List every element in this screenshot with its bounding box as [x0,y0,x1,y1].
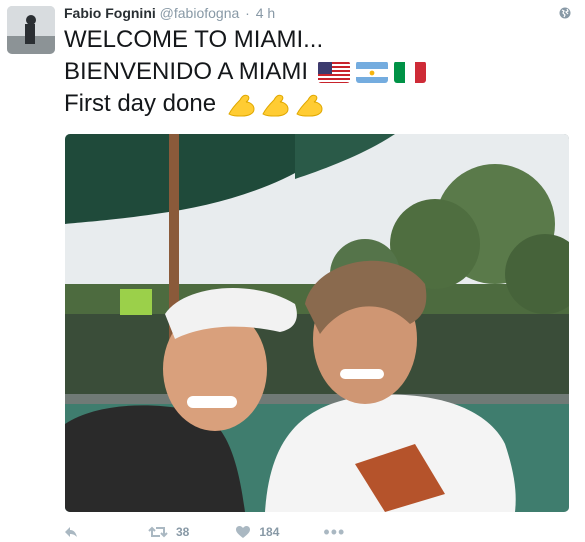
globe-icon[interactable] [559,7,571,19]
tweet-actions: 38 184 ••• [64,522,464,542]
selfie-photo [65,134,569,512]
retweet-button[interactable]: 38 [148,525,189,539]
author-avatar[interactable] [7,6,55,54]
like-count: 184 [259,525,280,539]
more-button[interactable]: ••• [323,522,346,542]
reply-button[interactable] [64,526,78,538]
italy-flag-icon [394,61,427,83]
author-handle[interactable]: @fabiofogna [160,5,240,21]
emoji-group [226,90,326,118]
retweet-icon [148,526,168,538]
us-flag-icon [318,61,351,83]
tweet-line-3-text: First day done [64,90,217,117]
reply-icon [65,527,77,537]
tweet-timestamp[interactable]: 4 h [256,5,275,21]
author-name[interactable]: Fabio Fognini [64,5,156,21]
flexed-biceps-icon [262,94,289,117]
tweet-line-2: BIENVENIDO A MIAMI [64,56,574,88]
more-icon: ••• [323,522,346,542]
header-separator: · [245,5,250,21]
heart-icon [236,526,251,538]
tweet-header: Fabio Fognini @fabiofogna · 4 h [64,4,275,22]
tweet-photo[interactable] [65,134,569,512]
tweet-text: WELCOME TO MIAMI... BIENVENIDO A MIAMI F… [64,24,574,120]
flexed-biceps-icon [228,94,255,117]
tweet-line-2-text: BIENVENIDO A MIAMI [64,58,309,85]
flag-emoji-group [318,61,427,83]
tweet-line-3: First day done [64,88,574,120]
retweet-count: 38 [176,525,190,539]
argentina-flag-icon [356,61,389,83]
tweet-line-1: WELCOME TO MIAMI... [64,24,574,56]
flexed-biceps-icon [296,94,323,117]
tweet-line-1-text: WELCOME TO MIAMI... [64,26,324,53]
avatar-photo [7,6,55,54]
like-button[interactable]: 184 [235,525,279,539]
